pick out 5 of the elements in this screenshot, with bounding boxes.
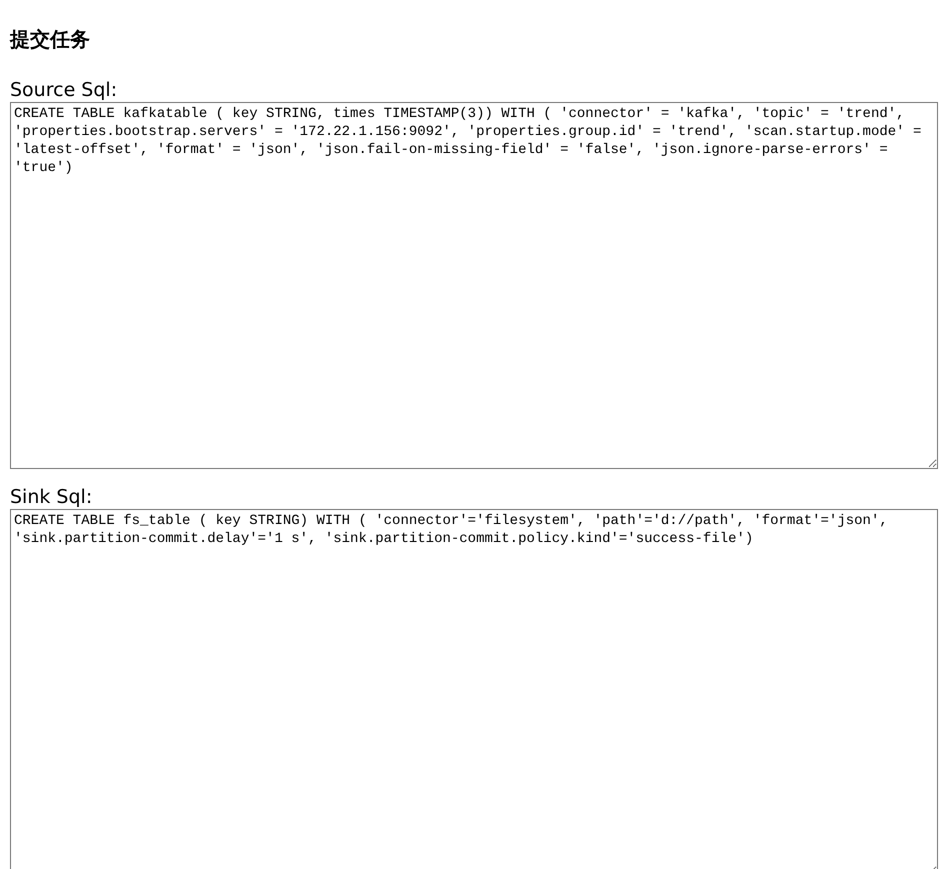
sql-textarea[interactable]: CREATE TABLE fs_table ( key STRING) WITH ( 'connector'='filesystem', 'path'='d://path', 'format'='json', 'sink.partition-commit.delay'='1 s', 'sink.partition-commit.policy.kind'='success-file') bbox=[10, 509, 938, 869]
sql-textarea[interactable]: CREATE TABLE kafkatable ( key STRING, times TIMESTAMP(3)) WITH ( 'connector' = 'kafka', 'topic' = 'trend', 'properties.bootstrap.servers' = '172.22.1.156:9092', 'properties.group.id' = 'trend', 'scan.startup.mode' = 'latest-offset', 'format' = 'json', 'json.fail-on-missing-field' = 'false', 'json.ignore-parse-errors' = 'true') bbox=[10, 102, 938, 469]
field-label: Source Sql: bbox=[10, 78, 118, 102]
page-title: 提交任务 bbox=[10, 26, 91, 53]
field-label: Sink Sql: bbox=[10, 485, 94, 509]
